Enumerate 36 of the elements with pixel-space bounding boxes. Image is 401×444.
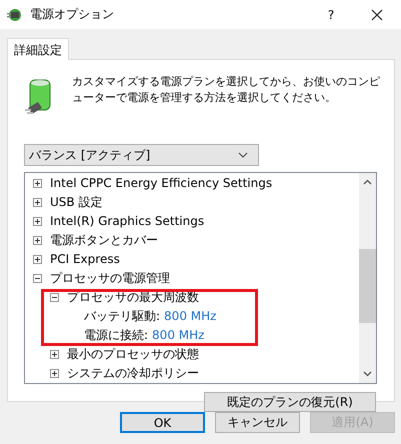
dialog-button[interactable]: OK <box>120 412 205 433</box>
help-button[interactable]: ? <box>321 8 341 22</box>
plan-dropdown[interactable]: バランス [アクティブ] <box>24 144 259 166</box>
expand-icon[interactable] <box>33 255 42 264</box>
setting-value-link[interactable]: 800 MHz <box>152 329 204 342</box>
tree-item[interactable]: Intel CPPC Energy Efficiency Settings <box>50 177 272 190</box>
scroll-thumb[interactable] <box>359 249 376 323</box>
restore-defaults-button[interactable]: 既定のプランの復元(R) <box>204 392 376 412</box>
tree-item[interactable]: システムの冷却ポリシー <box>67 367 199 380</box>
close-icon[interactable] <box>371 8 383 20</box>
description-text: カスタマイズする電源プランを選択してから、お使いのコンピューターで電源を管理する方法を選択してください。 <box>72 74 381 106</box>
tree-item[interactable]: 電源ボタンとカバー <box>50 234 158 247</box>
collapse-icon[interactable] <box>33 274 42 283</box>
expand-icon[interactable] <box>33 236 42 245</box>
tree-item[interactable]: PCI Express <box>50 253 120 266</box>
setting-label: 電源に接続: <box>84 329 148 342</box>
scroll-down-icon[interactable] <box>363 371 372 377</box>
window-title: 電源オプション <box>30 6 115 23</box>
dialog-button[interactable]: キャンセル <box>215 412 300 433</box>
expand-icon[interactable] <box>33 179 42 188</box>
collapse-icon[interactable] <box>50 293 59 302</box>
scroll-up-icon[interactable] <box>363 179 372 185</box>
tree-item[interactable]: 最小のプロセッサの状態 <box>67 348 199 361</box>
scrollbar[interactable] <box>359 173 376 383</box>
expand-icon[interactable] <box>50 350 59 359</box>
plug-icon <box>6 6 24 22</box>
tab[interactable]: 詳細設定 <box>7 38 69 60</box>
expand-icon[interactable] <box>33 198 42 207</box>
setting-value-link[interactable]: 800 MHz <box>164 310 216 323</box>
tree-item[interactable]: Intel(R) Graphics Settings <box>50 215 204 228</box>
setting-label: バッテリ駆動: <box>84 310 160 323</box>
tree-item[interactable]: USB 設定 <box>50 196 102 209</box>
tree-item[interactable]: プロセッサの電源管理 <box>50 272 170 285</box>
chevron-down-icon <box>238 152 248 158</box>
expand-icon[interactable] <box>33 217 42 226</box>
expand-icon[interactable] <box>50 369 59 378</box>
